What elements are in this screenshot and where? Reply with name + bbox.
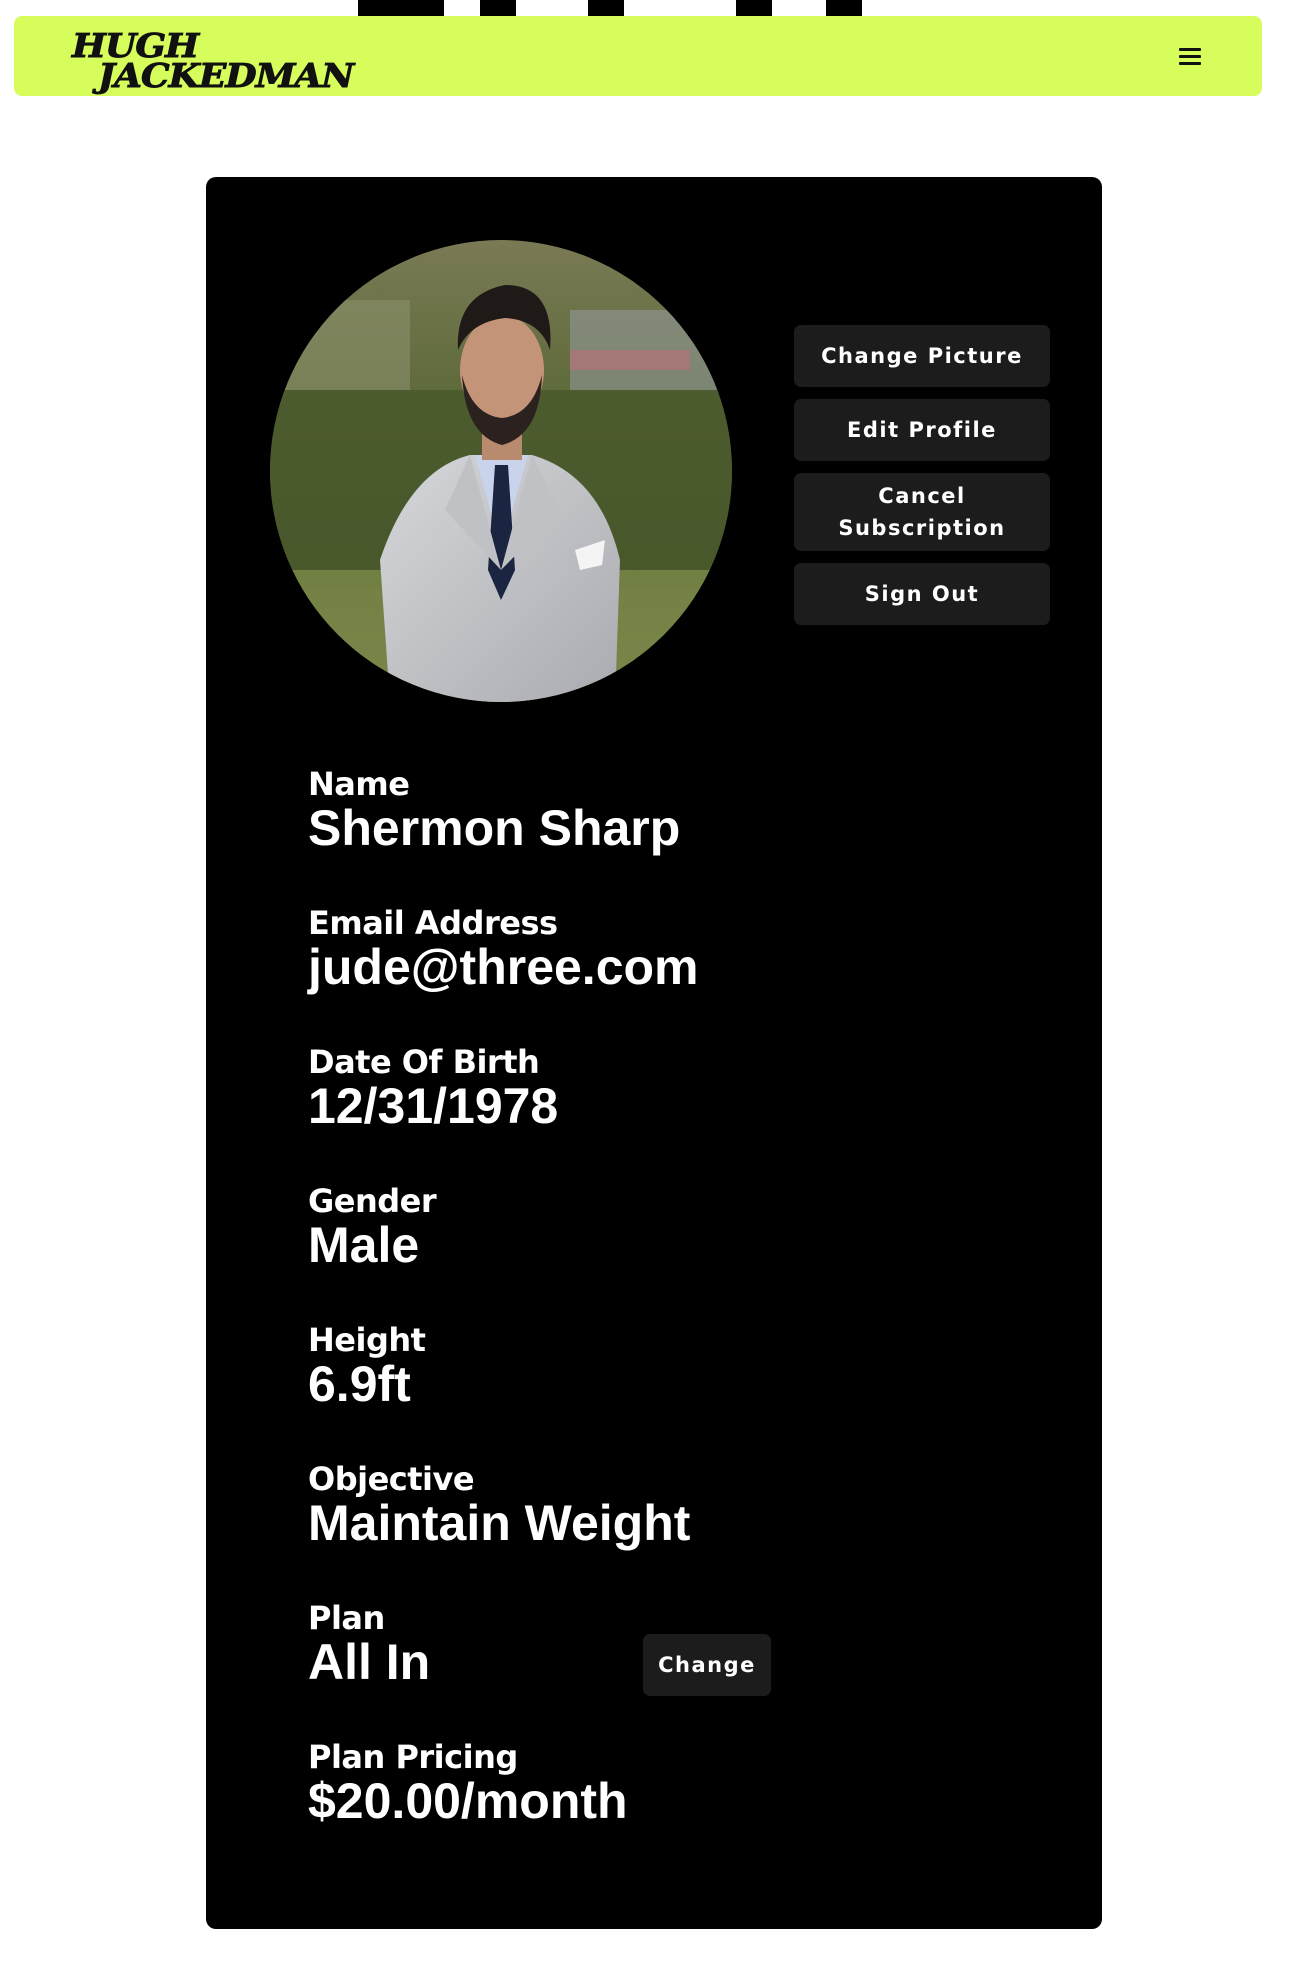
field-value: Male — [308, 1217, 420, 1273]
cancel-subscription-button[interactable]: Cancel Subscription — [794, 473, 1050, 551]
field-name: Name Shermon Sharp — [308, 765, 1008, 904]
profile-actions: Change Picture Edit Profile Cancel Subsc… — [794, 325, 1050, 625]
field-gender: Gender Male — [308, 1182, 1008, 1321]
field-label: Gender — [308, 1182, 437, 1220]
change-picture-button[interactable]: Change Picture — [794, 325, 1050, 387]
profile-fields: Name Shermon Sharp Email Address jude@th… — [308, 765, 1008, 1877]
brand-logo[interactable]: HUGH JACKEDMAN — [56, 26, 376, 95]
top-header: HUGH JACKEDMAN — [14, 16, 1262, 96]
field-value: Shermon Sharp — [308, 800, 681, 856]
field-objective: Objective Maintain Weight — [308, 1460, 1008, 1599]
field-label: Date Of Birth — [308, 1043, 540, 1081]
avatar-photo — [270, 240, 732, 702]
field-value: 6.9ft — [308, 1356, 411, 1412]
field-email: Email Address jude@three.com — [308, 904, 1008, 1043]
field-label: Plan — [308, 1599, 385, 1637]
field-label: Objective — [308, 1460, 475, 1498]
profile-avatar — [270, 240, 732, 702]
field-label: Plan Pricing — [308, 1738, 518, 1776]
page: HUGH JACKEDMAN Change Picture Edit Profi… — [0, 0, 1310, 1984]
menu-bar — [1179, 48, 1201, 51]
change-plan-button[interactable]: Change — [643, 1634, 771, 1696]
field-label: Email Address — [308, 904, 558, 942]
field-value: Maintain Weight — [308, 1495, 691, 1551]
field-value: jude@three.com — [308, 939, 699, 995]
hamburger-menu-icon[interactable] — [1174, 40, 1206, 72]
field-height: Height 6.9ft — [308, 1321, 1008, 1460]
field-plan-pricing: Plan Pricing $20.00/month — [308, 1738, 1008, 1877]
field-label: Height — [308, 1321, 426, 1359]
field-plan: Plan All In Change — [308, 1599, 1008, 1738]
sign-out-button[interactable]: Sign Out — [794, 563, 1050, 625]
field-date-of-birth: Date Of Birth 12/31/1978 — [308, 1043, 1008, 1182]
menu-bar — [1179, 55, 1201, 58]
field-label: Name — [308, 765, 410, 803]
field-value: $20.00/month — [308, 1773, 628, 1829]
field-value: 12/31/1978 — [308, 1078, 559, 1134]
menu-bar — [1179, 62, 1201, 65]
profile-card: Change Picture Edit Profile Cancel Subsc… — [206, 177, 1102, 1929]
logo-line-2: JACKEDMAN — [97, 57, 354, 95]
edit-profile-button[interactable]: Edit Profile — [794, 399, 1050, 461]
